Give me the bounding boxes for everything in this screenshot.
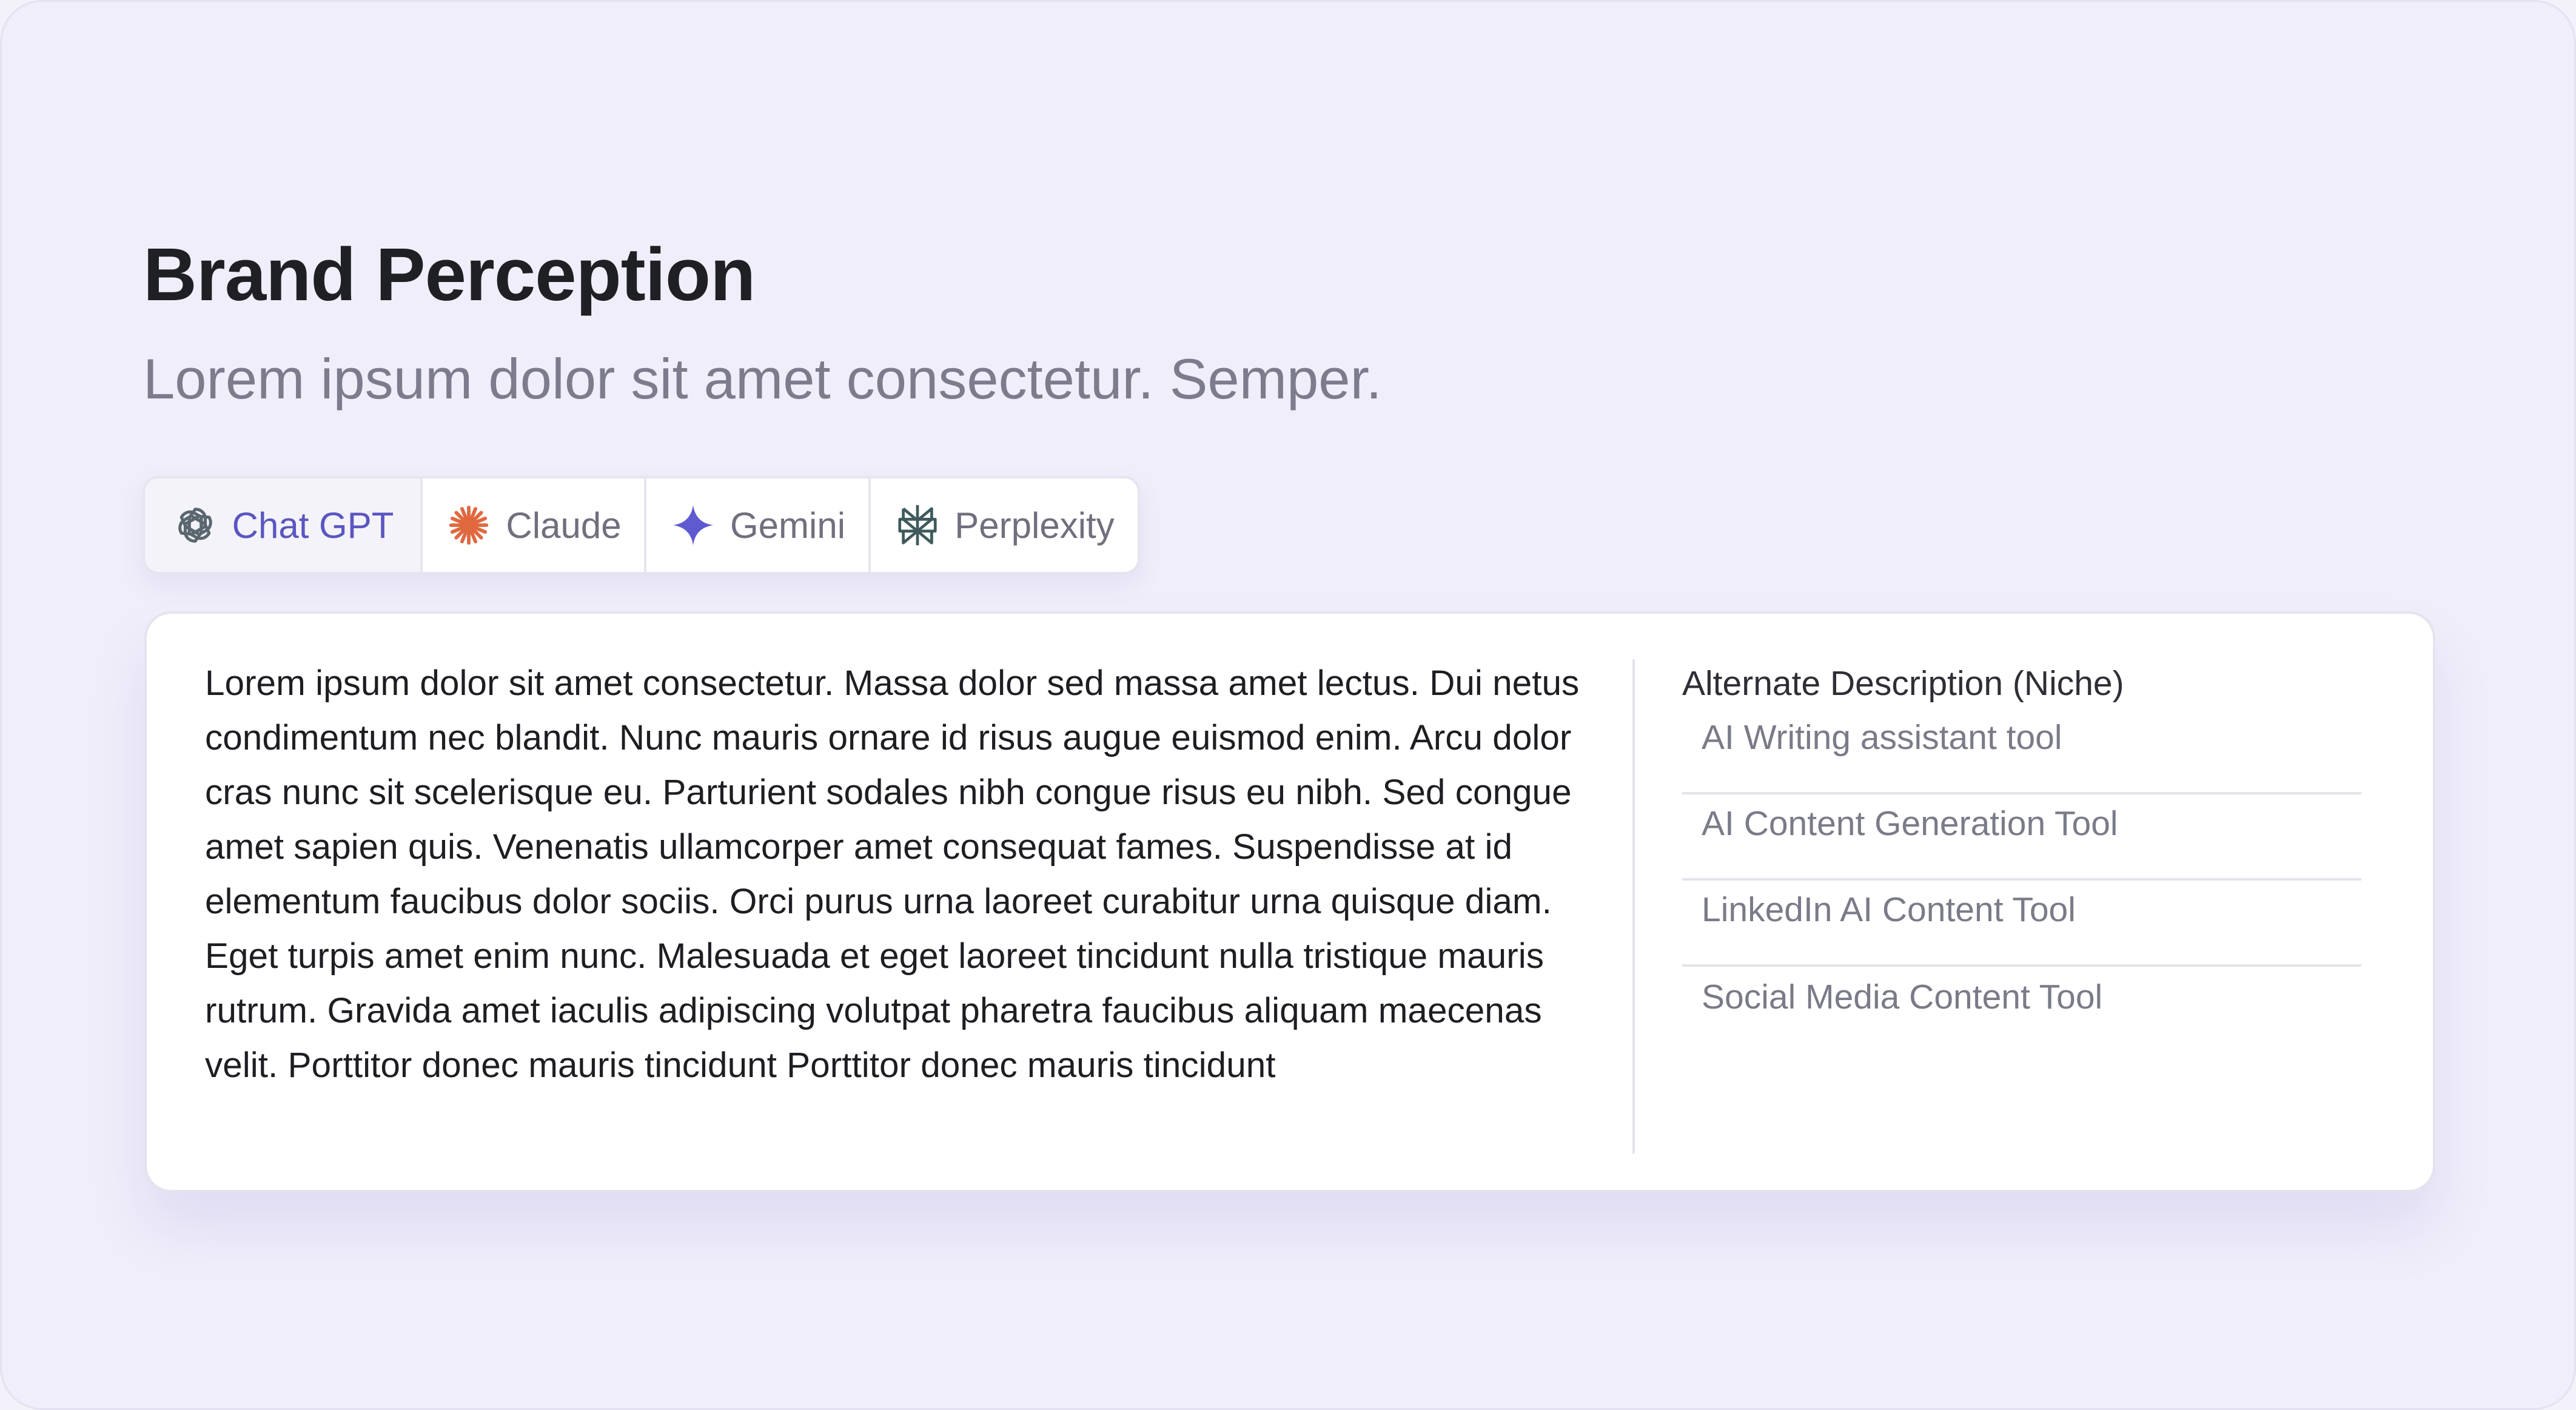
alternate-descriptions-panel: Alternate Description (Niche) AI Writing…: [1682, 656, 2361, 1053]
alternate-list: AI Writing assistant tool AI Content Gen…: [1682, 683, 2361, 1053]
page-subtitle: Lorem ipsum dolor sit amet consectetur. …: [143, 347, 1382, 411]
tab-chat-gpt[interactable]: Chat GPT: [145, 478, 423, 572]
tab-label: Chat GPT: [232, 505, 394, 546]
page-frame: Brand Perception Lorem ipsum dolor sit a…: [0, 0, 2576, 1410]
tab-label: Claude: [506, 505, 622, 546]
tab-claude[interactable]: Claude: [423, 478, 646, 572]
brand-description: Lorem ipsum dolor sit amet consectetur. …: [205, 663, 1580, 1085]
alternate-item: Social Media Content Tool: [1702, 978, 2103, 1016]
gemini-icon: [669, 502, 717, 549]
tab-label: Perplexity: [954, 505, 1115, 546]
perception-card: Lorem ipsum dolor sit amet consectetur. …: [144, 611, 2435, 1192]
tab-label: Gemini: [730, 505, 846, 546]
page-title: Brand Perception: [143, 233, 756, 317]
tab-perplexity[interactable]: Perplexity: [871, 478, 1138, 572]
openai-icon: [172, 502, 219, 549]
model-tabs: Chat GPT Claude Gemini Perplexity: [143, 476, 1140, 574]
perplexity-icon: [894, 502, 941, 549]
vertical-divider: [1632, 659, 1635, 1153]
tab-gemini[interactable]: Gemini: [646, 478, 871, 572]
claude-icon: [445, 502, 492, 549]
